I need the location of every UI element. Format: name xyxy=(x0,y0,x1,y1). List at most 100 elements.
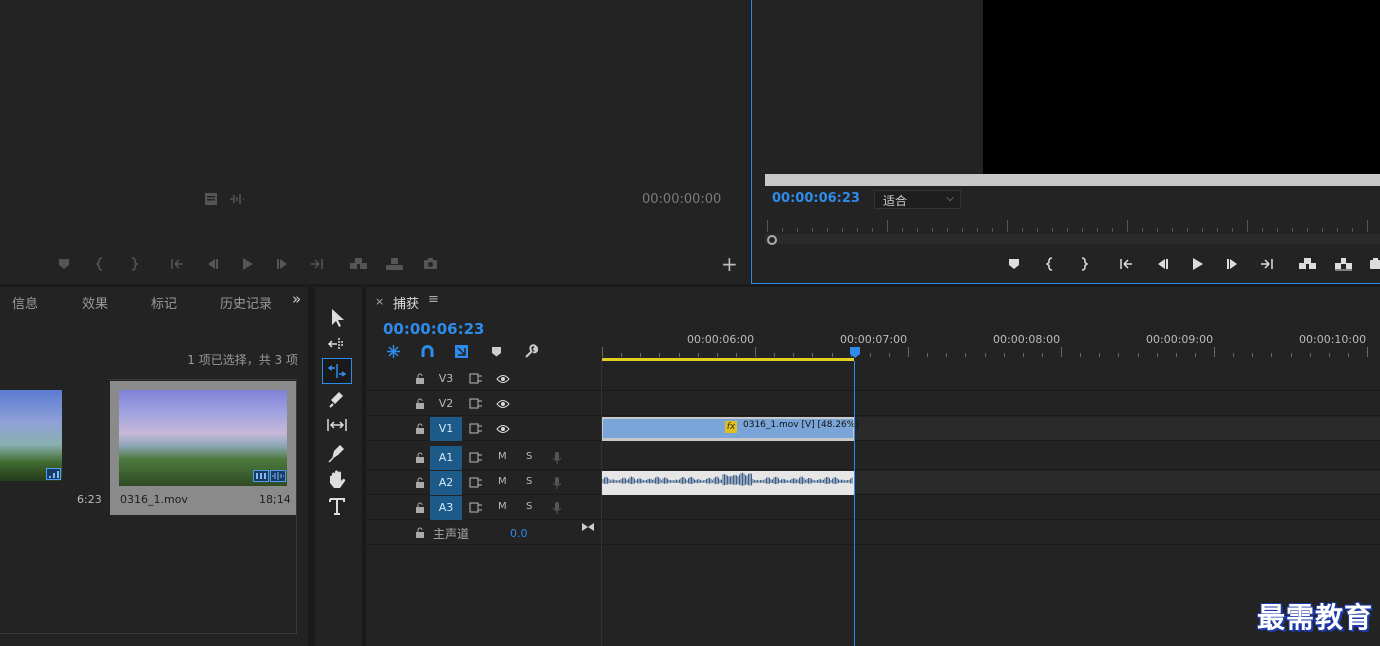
track-header-v2[interactable]: V2 xyxy=(366,392,601,416)
track-select-tool-icon[interactable] xyxy=(323,332,351,356)
tab-history[interactable]: 历史记录 xyxy=(220,293,272,312)
timeline-timecode[interactable]: 00:00:06:23 xyxy=(383,320,485,338)
lock-icon[interactable] xyxy=(415,423,425,435)
add-button[interactable]: + xyxy=(721,252,738,276)
add-marker-icon[interactable] xyxy=(490,345,503,358)
lock-icon[interactable] xyxy=(415,373,425,385)
mute-button[interactable]: M xyxy=(498,501,507,512)
extract-icon[interactable] xyxy=(1334,256,1354,272)
export-frame-icon[interactable] xyxy=(1369,256,1380,272)
razor-tool-icon[interactable] xyxy=(323,386,351,410)
go-to-in-icon[interactable] xyxy=(1119,256,1135,272)
track-name[interactable]: A1 xyxy=(430,446,462,470)
sync-lock-icon[interactable] xyxy=(469,373,483,384)
close-icon[interactable]: × xyxy=(375,295,384,308)
work-area-bar[interactable] xyxy=(602,358,854,361)
track-header-master[interactable]: 主声道 0.0 xyxy=(366,521,601,545)
mark-in-icon[interactable] xyxy=(93,256,109,272)
microphone-icon[interactable] xyxy=(552,451,562,465)
sync-lock-icon[interactable] xyxy=(469,423,483,434)
clip-card-selected[interactable]: 0316_1.mov 18;14 xyxy=(110,381,296,515)
panel-menu-icon[interactable]: ≡ xyxy=(428,292,439,307)
step-forward-icon[interactable] xyxy=(275,256,291,272)
panel-overflow-button[interactable]: » xyxy=(292,290,301,308)
sync-lock-icon[interactable] xyxy=(469,452,483,463)
add-marker-icon[interactable] xyxy=(56,256,72,272)
program-playhead[interactable] xyxy=(767,235,777,245)
track-header-v3[interactable]: V3 xyxy=(366,367,601,391)
go-to-out-icon[interactable] xyxy=(308,256,324,272)
program-timecode[interactable]: 00:00:06:23 xyxy=(772,191,860,206)
track-name[interactable]: V2 xyxy=(430,392,462,416)
mark-out-icon[interactable] xyxy=(125,256,141,272)
lock-icon[interactable] xyxy=(415,527,425,539)
sync-lock-icon[interactable] xyxy=(469,502,483,513)
program-time-ruler[interactable] xyxy=(765,218,1380,234)
track-lane-v2[interactable] xyxy=(602,392,1380,416)
mute-button[interactable]: M xyxy=(498,476,507,487)
lock-icon[interactable] xyxy=(415,477,425,489)
lock-icon[interactable] xyxy=(415,452,425,464)
drag-audio-icon[interactable] xyxy=(229,193,245,205)
program-zoom-bar[interactable] xyxy=(765,234,1380,244)
track-header-v1[interactable]: V1 xyxy=(366,417,601,441)
microphone-icon[interactable] xyxy=(552,501,562,515)
track-header-a3[interactable]: A3 M S xyxy=(366,496,601,520)
pen-tool-icon[interactable] xyxy=(323,440,351,464)
tab-markers[interactable]: 标记 xyxy=(151,293,177,312)
go-to-end-icon[interactable] xyxy=(581,521,595,533)
wrench-icon[interactable] xyxy=(523,344,538,359)
mark-out-icon[interactable] xyxy=(1075,256,1091,272)
export-frame-icon[interactable] xyxy=(423,256,439,272)
sequence-tab[interactable]: 捕获 xyxy=(393,293,419,312)
step-back-icon[interactable] xyxy=(204,256,220,272)
hand-tool-icon[interactable] xyxy=(323,467,351,491)
master-volume-value[interactable]: 0.0 xyxy=(510,527,528,540)
track-header-a1[interactable]: A1 M S xyxy=(366,446,601,470)
overwrite-icon[interactable] xyxy=(385,256,405,272)
mark-in-icon[interactable] xyxy=(1043,256,1059,272)
insert-icon[interactable] xyxy=(349,256,369,272)
solo-button[interactable]: S xyxy=(526,451,532,462)
track-lane-a1[interactable] xyxy=(602,446,1380,470)
solo-button[interactable]: S xyxy=(526,501,532,512)
track-name[interactable]: A3 xyxy=(430,496,462,520)
tab-effects[interactable]: 效果 xyxy=(82,293,108,312)
sync-lock-icon[interactable] xyxy=(469,398,483,409)
clip-card[interactable]: 6:23 xyxy=(0,379,108,515)
track-name[interactable]: V3 xyxy=(430,367,462,391)
type-tool-icon[interactable] xyxy=(323,494,351,518)
program-scrub-bar[interactable] xyxy=(765,174,1380,186)
play-icon[interactable] xyxy=(239,256,255,272)
track-lane-v3[interactable] xyxy=(602,367,1380,391)
go-to-in-icon[interactable] xyxy=(170,256,186,272)
track-name[interactable]: V1 xyxy=(430,417,462,441)
video-clip[interactable]: fx 0316_1.mov [V] [48.26%] xyxy=(602,417,859,441)
microphone-icon[interactable] xyxy=(552,476,562,490)
linked-selection-icon[interactable] xyxy=(454,344,469,359)
track-name[interactable]: A2 xyxy=(430,471,462,495)
source-timecode[interactable]: 00:00:00:00 xyxy=(642,192,721,207)
ripple-edit-tool-icon[interactable] xyxy=(323,359,351,383)
play-icon[interactable] xyxy=(1189,256,1205,272)
step-forward-icon[interactable] xyxy=(1225,256,1241,272)
sync-lock-icon[interactable] xyxy=(469,477,483,488)
tab-info[interactable]: 信息 xyxy=(12,293,38,312)
selection-tool-icon[interactable] xyxy=(323,306,351,330)
playhead-handle[interactable] xyxy=(849,346,861,359)
add-marker-icon[interactable] xyxy=(1006,256,1022,272)
audio-clip[interactable] xyxy=(602,471,854,495)
snap-icon[interactable] xyxy=(420,344,435,359)
eye-icon[interactable] xyxy=(496,399,510,409)
zoom-select[interactable]: 适合 ⌵ xyxy=(874,190,961,209)
lock-icon[interactable] xyxy=(415,502,425,514)
eye-icon[interactable] xyxy=(496,374,510,384)
nest-icon[interactable] xyxy=(386,344,401,359)
go-to-out-icon[interactable] xyxy=(1258,256,1274,272)
drag-video-icon[interactable] xyxy=(204,192,218,206)
lift-icon[interactable] xyxy=(1298,256,1318,272)
lock-icon[interactable] xyxy=(415,398,425,410)
track-lane-a3[interactable] xyxy=(602,496,1380,520)
eye-icon[interactable] xyxy=(496,424,510,434)
playhead-line[interactable] xyxy=(854,361,855,646)
